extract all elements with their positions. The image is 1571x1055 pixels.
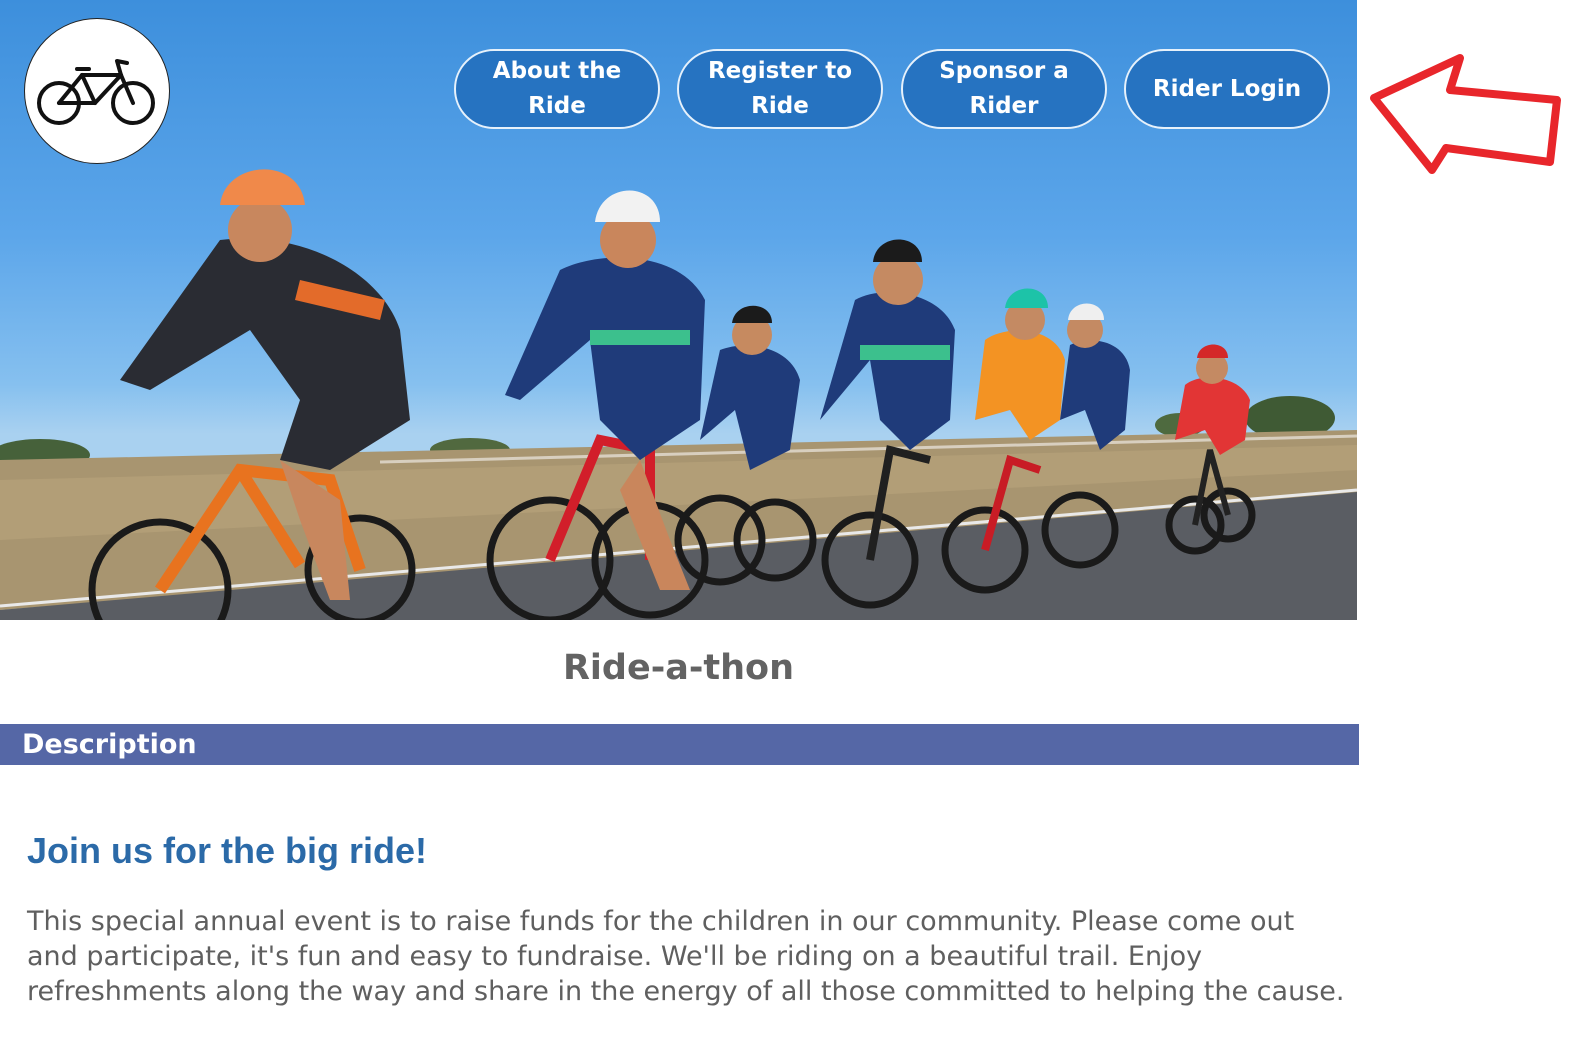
main-nav: About the Ride Register to Ride Sponsor … [0, 49, 1357, 129]
red-arrow-icon [1370, 54, 1561, 174]
description-text: This special annual event is to raise fu… [27, 906, 1345, 1007]
section-header-description: Description [0, 724, 1359, 765]
about-the-ride-button[interactable]: About the Ride [454, 49, 660, 129]
headline: Join us for the big ride! [27, 830, 428, 871]
sponsor-a-rider-label: Sponsor a Rider [939, 58, 1069, 119]
rider-login-label: Rider Login [1152, 75, 1302, 102]
sponsor-a-rider-button[interactable]: Sponsor a Rider [901, 49, 1107, 129]
hero-banner: About the Ride Register to Ride Sponsor … [0, 0, 1357, 620]
register-to-ride-label: Register to Ride [707, 58, 853, 119]
page-title: Ride-a-thon [562, 648, 795, 688]
register-to-ride-button[interactable]: Register to Ride [677, 49, 883, 129]
rider-login-button[interactable]: Rider Login [1124, 49, 1330, 129]
about-the-ride-label: About the Ride [492, 58, 622, 119]
